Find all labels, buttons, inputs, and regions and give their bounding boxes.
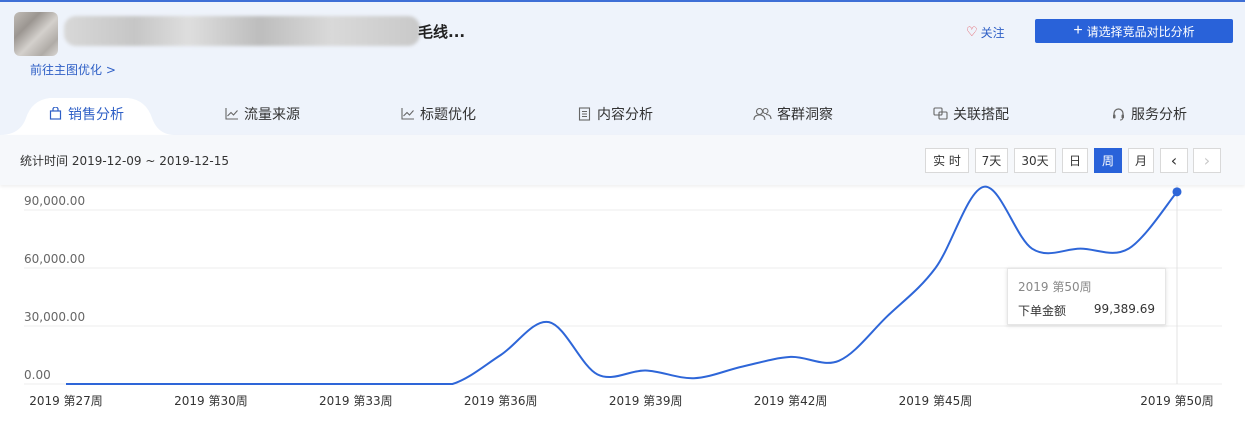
trend-icon <box>400 106 415 121</box>
y-tick-label: 0.00 <box>24 368 51 382</box>
goto-main-image-link[interactable]: 前往主图优化 > <box>30 61 116 78</box>
document-icon <box>577 106 592 121</box>
product-thumbnail[interactable] <box>14 12 58 56</box>
x-tick-label: 2019 第42周 <box>754 394 828 408</box>
follow-button[interactable]: ♡ 关注 <box>966 24 1005 41</box>
x-tick-label: 2019 第30周 <box>174 394 248 408</box>
tab-traffic-source[interactable]: 流量来源 <box>224 92 300 135</box>
next-period-button[interactable]: › <box>1193 148 1221 173</box>
select-competitor-button[interactable]: + 请选择竞品对比分析 <box>1035 19 1233 43</box>
chart-tooltip: 2019 第50周 下单金额 99,389.69 <box>1007 268 1166 325</box>
tab-content-analysis[interactable]: 内容分析 <box>577 92 653 135</box>
tab-label: 销售分析 <box>68 106 124 123</box>
product-header: 毛线... 前往主图优化 > ♡ 关注 + 请选择竞品对比分析 <box>0 0 1245 92</box>
period-30days-button[interactable]: 30天 <box>1014 148 1056 173</box>
bag-icon <box>48 106 63 121</box>
period-realtime-button[interactable]: 实 时 <box>925 148 969 173</box>
trend-icon <box>224 106 239 121</box>
product-analysis-page: 毛线... 前往主图优化 > ♡ 关注 + 请选择竞品对比分析 销售分析 流量来… <box>0 0 1245 434</box>
x-tick-label: 2019 第39周 <box>609 394 683 408</box>
y-tick-label: 60,000.00 <box>24 252 85 266</box>
x-tick-label: 2019 第27周 <box>29 394 103 408</box>
tab-title-optimization[interactable]: 标题优化 <box>400 92 476 135</box>
period-month-button[interactable]: 月 <box>1128 148 1154 173</box>
period-7days-button[interactable]: 7天 <box>975 148 1008 173</box>
tab-label: 内容分析 <box>597 106 653 123</box>
y-tick-label: 90,000.00 <box>24 194 85 208</box>
heart-icon: ♡ <box>966 25 978 40</box>
people-icon <box>753 106 772 121</box>
tab-label: 流量来源 <box>244 106 300 123</box>
plus-icon: + <box>1073 22 1083 39</box>
tab-label: 服务分析 <box>1131 106 1187 123</box>
x-tick-label: 2019 第33周 <box>319 394 393 408</box>
blurred-product-title <box>64 16 420 46</box>
headset-icon <box>1111 106 1126 121</box>
compare-label: 请选择竞品对比分析 <box>1086 24 1195 39</box>
period-bar: 统计时间 2019-12-09 ~ 2019-12-15 实 时 7天 30天 … <box>0 135 1245 185</box>
tab-audience-insight[interactable]: 客群洞察 <box>753 92 833 135</box>
y-tick-label: 30,000.00 <box>24 310 85 324</box>
x-tick-label: 2019 第50周 <box>1140 394 1214 408</box>
tooltip-value: 99,389.69 <box>1093 302 1155 316</box>
x-tick-label: 2019 第36周 <box>464 394 538 408</box>
prev-period-button[interactable]: ‹ <box>1160 148 1188 173</box>
link-icon <box>933 106 948 121</box>
tab-service-analysis[interactable]: 服务分析 <box>1111 92 1187 135</box>
period-week-button[interactable]: 周 <box>1094 148 1122 173</box>
stat-time-range: 统计时间 2019-12-09 ~ 2019-12-15 <box>20 154 229 168</box>
tooltip-label: 下单金额 <box>1018 304 1067 318</box>
tab-sales-analysis[interactable]: 销售分析 <box>48 92 124 135</box>
highlighted-data-point <box>1172 187 1182 197</box>
tooltip-title: 2019 第50周 <box>1018 280 1092 294</box>
period-day-button[interactable]: 日 <box>1062 148 1088 173</box>
product-title[interactable]: 毛线... <box>418 21 465 42</box>
x-tick-label: 2019 第45周 <box>899 394 973 408</box>
tab-label: 客群洞察 <box>777 106 833 123</box>
tab-label: 关联搭配 <box>953 106 1009 123</box>
tab-label: 标题优化 <box>420 106 476 123</box>
analysis-tabs: 销售分析 流量来源 标题优化 内容分析 客群洞察 关联搭配 服务分析 <box>0 92 1245 135</box>
tab-related-matching[interactable]: 关联搭配 <box>933 92 1009 135</box>
follow-label: 关注 <box>980 26 1005 40</box>
